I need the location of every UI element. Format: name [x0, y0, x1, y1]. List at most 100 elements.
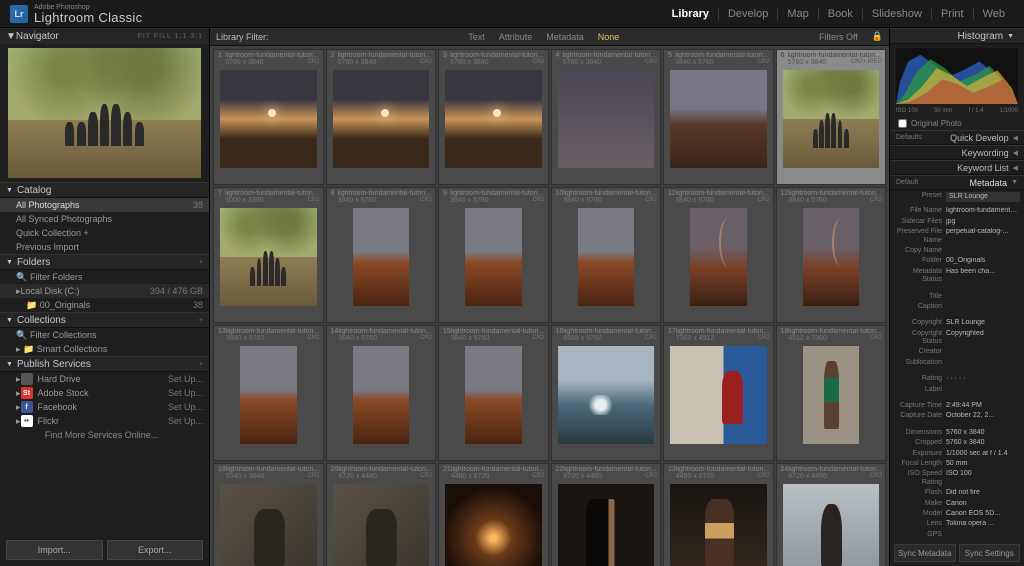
module-print[interactable]: Print	[932, 8, 974, 20]
catalog-header[interactable]: ▼Catalog	[0, 182, 209, 198]
export-button[interactable]: Export...	[107, 540, 204, 560]
grid-cell[interactable]: 22lightroom-fundamental-tutori...6720 x …	[551, 463, 662, 566]
filter-attribute[interactable]: Attribute	[499, 32, 533, 42]
publish-service[interactable]: ▸ Hard DriveSet Up...	[0, 372, 209, 386]
filter-metadata[interactable]: Metadata	[546, 32, 584, 42]
original-photo-checkbox[interactable]: Original Photo	[890, 117, 1024, 130]
metadata-row[interactable]: Capture Time2:49:44 PM	[894, 401, 1020, 411]
grid-cell[interactable]: 11lightroom-fundamental-tutori...3840 x …	[663, 187, 774, 323]
publish-header[interactable]: ▼Publish Services+	[0, 356, 209, 372]
grid-cell[interactable]: 23lightroom-fundamental-tutori...4480 x …	[663, 463, 774, 566]
filters-off[interactable]: Filters Off	[819, 32, 858, 42]
folders-header[interactable]: ▼Folders+	[0, 254, 209, 270]
histogram-stat: f / 1.4	[969, 108, 984, 114]
metadata-row[interactable]: Preserved File Nameperpetual-catalog-...	[894, 227, 1020, 246]
import-button[interactable]: Import...	[6, 540, 103, 560]
grid-cell[interactable]: 16lightroom-fundamental-tutori...8688 x …	[551, 325, 662, 461]
grid-cell[interactable]: 9lightroom-fundamental-tutori...3840 x 5…	[438, 187, 549, 323]
keyword-list-panel[interactable]: Keyword List◀	[890, 160, 1024, 175]
collections-header[interactable]: ▼Collections+	[0, 312, 209, 328]
publish-service[interactable]: ▸ ••FlickrSet Up...	[0, 414, 209, 428]
metadata-fields: File Namelightroom-fundamental-tutorials…	[890, 204, 1024, 540]
metadata-row[interactable]: Label	[894, 385, 1020, 395]
metadata-row[interactable]: Caption	[894, 302, 1020, 312]
metadata-row[interactable]: Copy Name	[894, 246, 1020, 256]
metadata-row[interactable]: Exposure1/1000 sec at f / 1.4	[894, 449, 1020, 459]
collections-filter[interactable]: 🔍Filter Collections	[0, 328, 209, 342]
grid-cell[interactable]: 6lightroom-fundamental-tutori...5760 x 3…	[776, 49, 887, 185]
metadata-row[interactable]: GPS	[894, 530, 1020, 540]
metadata-row[interactable]: CopyrightSLR Lounge	[894, 318, 1020, 328]
grid-cell[interactable]: 3lightroom-fundamental-tutori...5760 x 3…	[438, 49, 549, 185]
grid-cell[interactable]: 14lightroom-fundamental-tutori...3840 x …	[326, 325, 437, 461]
metadata-row[interactable]: Sublocation	[894, 358, 1020, 368]
publish-service[interactable]: ▸ StAdobe StockSet Up...	[0, 386, 209, 400]
folder-item[interactable]: 📁 00_Originals38	[0, 298, 209, 312]
folder-drive[interactable]: ▸ Local Disk (C:)394 / 476 GB	[0, 284, 209, 298]
thumbnail-grid[interactable]: 1lightroom-fundamental-tutori...5760 x 3…	[210, 46, 889, 566]
metadata-row[interactable]: Focal Length50 mm	[894, 459, 1020, 469]
metadata-row[interactable]: Capture DateOctober 22, 2...	[894, 411, 1020, 421]
histogram-header[interactable]: Histogram▼	[890, 28, 1024, 44]
metadata-row[interactable]: Copyright StatusCopyrighted	[894, 329, 1020, 348]
sync-metadata-button[interactable]: Sync Metadata	[894, 544, 956, 562]
metadata-preset[interactable]: SLR Lounge	[946, 192, 1020, 202]
metadata-panel[interactable]: DefaultMetadata▼	[890, 175, 1024, 190]
publish-service[interactable]: ▸ fFacebookSet Up...	[0, 400, 209, 414]
publish-find-more[interactable]: Find More Services Online...	[0, 428, 209, 442]
module-book[interactable]: Book	[819, 8, 863, 20]
metadata-row[interactable]: FlashDid not fire	[894, 488, 1020, 498]
quick-develop-panel[interactable]: DefaultsQuick Develop◀	[890, 130, 1024, 145]
filter-text[interactable]: Text	[468, 32, 485, 42]
navigator-zoom-levels[interactable]: FIT FILL 1:1 3:1	[138, 33, 203, 40]
sync-settings-button[interactable]: Sync Settings	[959, 544, 1021, 562]
grid-cell[interactable]: 7lightroom-fundamental-tutori...5000 x 3…	[213, 187, 324, 323]
grid-cell[interactable]: 1lightroom-fundamental-tutori...5760 x 3…	[213, 49, 324, 185]
module-library[interactable]: Library	[663, 8, 719, 20]
metadata-row[interactable]: ModelCanon EOS 5D...	[894, 509, 1020, 519]
metadata-row[interactable]: Rating· · · · ·	[894, 374, 1020, 384]
metadata-row[interactable]: MakeCanon	[894, 499, 1020, 509]
grid-cell[interactable]: 21lightroom-fundamental-tutori...4480 x …	[438, 463, 549, 566]
catalog-item[interactable]: All Photographs38	[0, 198, 209, 212]
grid-cell[interactable]: 18lightroom-fundamental-tutori...4912 x …	[776, 325, 887, 461]
grid-cell[interactable]: 17lightroom-fundamental-tutori...7360 x …	[663, 325, 774, 461]
grid-cell[interactable]: 10lightroom-fundamental-tutori...3840 x …	[551, 187, 662, 323]
filter-none[interactable]: None	[598, 32, 620, 42]
module-slideshow[interactable]: Slideshow	[863, 8, 932, 20]
catalog-item[interactable]: All Synced Photographs	[0, 212, 209, 226]
grid-cell[interactable]: 12lightroom-fundamental-tutori...3840 x …	[776, 187, 887, 323]
catalog-item[interactable]: Quick Collection +	[0, 226, 209, 240]
metadata-row[interactable]: Metadata StatusHas been cha...	[894, 267, 1020, 286]
histogram[interactable]	[896, 48, 1018, 104]
module-web[interactable]: Web	[974, 8, 1014, 20]
navigator-header[interactable]: ▼ Navigator FIT FILL 1:1 3:1	[0, 28, 209, 44]
grid-cell[interactable]: 4lightroom-fundamental-tutori...5760 x 3…	[551, 49, 662, 185]
metadata-row[interactable]: Sidecar Filesjpg	[894, 217, 1020, 227]
histogram-stat: ISO 100	[896, 108, 918, 114]
lock-icon[interactable]: 🔒	[872, 31, 883, 42]
metadata-row[interactable]: Creator	[894, 347, 1020, 357]
grid-cell[interactable]: 5lightroom-fundamental-tutori...3840 x 5…	[663, 49, 774, 185]
metadata-row[interactable]: File Namelightroom-fundamental-tutorials…	[894, 206, 1020, 216]
folders-filter[interactable]: 🔍Filter Folders	[0, 270, 209, 284]
grid-cell[interactable]: 2lightroom-fundamental-tutori...5760 x 3…	[326, 49, 437, 185]
metadata-row[interactable]: ISO Speed RatingISO 100	[894, 469, 1020, 488]
module-map[interactable]: Map	[778, 8, 818, 20]
metadata-row[interactable]: Dimensions5760 x 3840	[894, 428, 1020, 438]
module-develop[interactable]: Develop	[719, 8, 778, 20]
grid-cell[interactable]: 8lightroom-fundamental-tutori...3840 x 5…	[326, 187, 437, 323]
grid-cell[interactable]: 24lightroom-fundamental-tutori...6720 x …	[776, 463, 887, 566]
grid-cell[interactable]: 13lightroom-fundamental-tutori...3840 x …	[213, 325, 324, 461]
metadata-row[interactable]: Title	[894, 292, 1020, 302]
grid-cell[interactable]: 15lightroom-fundamental-tutori...3840 x …	[438, 325, 549, 461]
collection-item[interactable]: ▸ 📁 Smart Collections	[0, 342, 209, 356]
navigator-preview[interactable]	[8, 48, 201, 178]
keywording-panel[interactable]: Keywording◀	[890, 145, 1024, 160]
metadata-row[interactable]: Cropped5760 x 3840	[894, 438, 1020, 448]
grid-cell[interactable]: 20lightroom-fundamental-tutori...6720 x …	[326, 463, 437, 566]
grid-cell[interactable]: 19lightroom-fundamental-tutori...5040 x …	[213, 463, 324, 566]
catalog-item[interactable]: Previous Import	[0, 240, 209, 254]
metadata-row[interactable]: LensTokina opera ...	[894, 519, 1020, 529]
metadata-row[interactable]: Folder00_Originals	[894, 256, 1020, 266]
